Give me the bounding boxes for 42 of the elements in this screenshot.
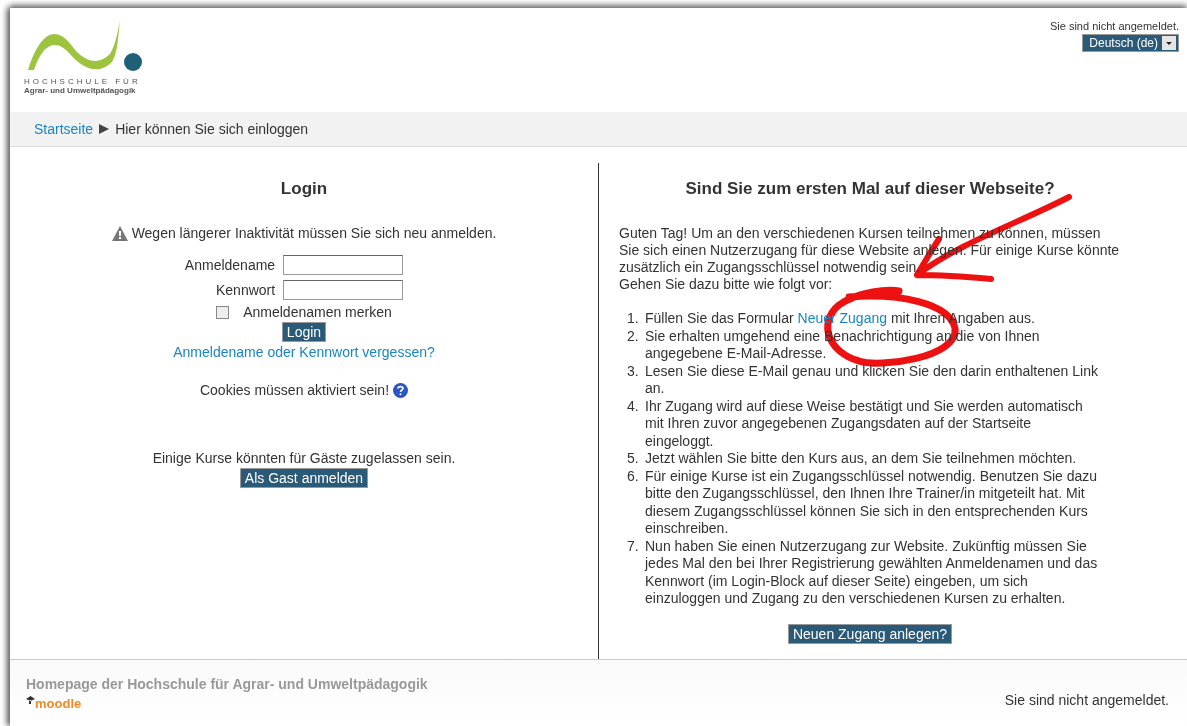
step-text: Lesen Sie diese E-Mail genau und klicken Sie den darin enthaltenen Link an. [645, 362, 1099, 398]
field-label: Anmeldename [184, 257, 276, 273]
input-field[interactable] [283, 280, 404, 300]
forgot-password-link[interactable]: Anmeldename oder Kennwort vergessen? [173, 344, 435, 360]
step-text: Ihr Zugang wird auf diese Weise bestätigt und Sie werden automatisch mit Ihren zuvor angegebenen Zugangsdaten auf der Startseite eingeloggt. [645, 397, 1084, 450]
step-number: 6. [627, 467, 640, 486]
caret-icon [1162, 36, 1176, 50]
step-text: Für einige Kurse ist ein Zugangsschlüssel notwendig. Benutzen Sie dazu bitte den Zugangsschlüssel, den Ihnen Ihre Trainer/in mitgeteilt hat. Mit diesem Zugangsschlüssel können Sie sich in den entsprechenden Kurs einschreiben. [645, 467, 1099, 538]
login-status: Sie sind nicht angemeldet. [1004, 692, 1169, 708]
step-number: 5. [627, 450, 640, 468]
step-number: 1. [627, 310, 640, 328]
moodle-logo[interactable]: moodle [35, 695, 82, 711]
checkbox-label: Anmeldenamen merken [243, 304, 392, 320]
create-account-button[interactable]: Neuen Zugang anlegen? [787, 623, 953, 644]
step-number: 4. [627, 397, 640, 416]
checkbox[interactable] [216, 305, 230, 319]
step-text: Nun haben Sie einen Nutzerzugang zur Website. Zukünftig müssen Sie jedes Mal den bei Ihrer Registrierung gewählten Anmeldenamen und das Kennwort (im Login-Block auf dieser Seite) eingeben, um sich einzuloggen und Zugang zu den verschiedenen Kursen zu erhalten. [645, 537, 1099, 608]
help-icon[interactable] [393, 382, 409, 398]
logo-text: HOCHSCHULE FÜR [24, 77, 142, 86]
input-field[interactable] [283, 255, 404, 275]
warning-icon [111, 225, 128, 241]
warning-text: Wegen längerer Inaktivität müssen Sie sich neu anmelden. [131, 225, 497, 241]
separator-icon [99, 124, 110, 134]
breadcrumb-link[interactable]: Startseite [34, 121, 94, 137]
guest-note: Einige Kurse könnten für Gäste zugelassen sein. [152, 450, 456, 466]
logo-subtitle: Agrar- und Umweltpädagogik [24, 86, 137, 95]
homepage-link[interactable]: Homepage der Hochschule für Agrar- und Umweltpädagogik [26, 675, 428, 692]
field-label: Kennwort [216, 282, 276, 298]
login-button[interactable]: Login [281, 322, 327, 342]
step-text: Jetzt wählen Sie bitte den Kurs aus, an dem Sie teilnehmen möchten. [645, 450, 1077, 468]
breadcrumb-current: Hier können Sie sich einloggen [115, 121, 309, 137]
intro-text: Gehen Sie dazu bitte wie folgt vor: [619, 276, 834, 293]
signup-title: Sind Sie zum ersten Mal auf dieser Webseite? [685, 179, 1055, 199]
step-number: 2. [627, 327, 640, 346]
cookies-note: Cookies müssen aktiviert sein! [199, 382, 390, 398]
language-select[interactable]: Deutsch (de) [1082, 34, 1179, 52]
graduation-cap-icon [26, 695, 35, 704]
guest-login-button[interactable]: Als Gast anmelden [239, 468, 369, 488]
login-title: Login [280, 179, 328, 199]
login-status: Sie sind nicht angemeldet. [1049, 20, 1179, 32]
step-number: 3. [627, 362, 640, 381]
step-number: 7. [627, 537, 640, 556]
